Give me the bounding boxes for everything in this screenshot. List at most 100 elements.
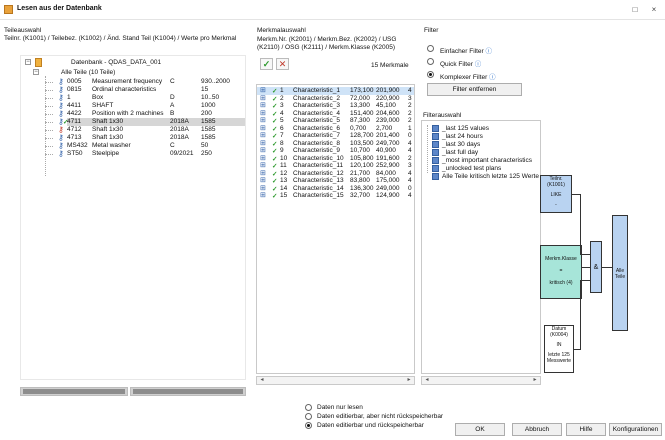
characteristic-lower-limit: 10,700 <box>350 147 370 154</box>
deselect-all-button[interactable]: ✕ <box>276 58 289 70</box>
filter-option-complex-radio[interactable] <box>427 71 434 78</box>
remove-filter-button[interactable]: Filter entfernen <box>427 83 522 96</box>
tree-scrollbar-left[interactable] <box>20 387 128 396</box>
connector-line <box>582 267 590 268</box>
cancel-button[interactable]: Abbruch <box>512 423 562 436</box>
data-editable-save-radio[interactable] <box>305 422 312 429</box>
characteristic-row[interactable]: ⊞ ✓ 10 Characteristic_10 105,800 191,600 2 <box>257 155 414 163</box>
part-row[interactable]: ⚷ 4712 Shaft 1x30 2018A 1585 <box>45 126 245 134</box>
select-all-button[interactable]: ✓ <box>260 58 273 70</box>
filter-item[interactable]: _unlocked test plans <box>432 165 501 173</box>
data-readonly-radio[interactable] <box>305 404 312 411</box>
characteristic-lower-limit: 87,300 <box>350 117 370 124</box>
info-icon[interactable]: ⓘ <box>489 74 496 81</box>
characteristic-name: Characteristic_4 <box>293 109 340 117</box>
part-number: 0815 <box>67 86 82 93</box>
part-row[interactable]: ⚷ ✓ 4711 Shaft 1x30 2018A 1585 <box>45 118 245 126</box>
characteristic-row[interactable]: ⊞ ✓ 2 Characteristic_2 72,000 220,900 3 <box>257 95 414 103</box>
group-node-label[interactable]: Alle Teile (10 Teile) <box>61 69 115 76</box>
maximize-button[interactable]: □ <box>628 3 642 16</box>
characteristic-row[interactable]: ⊞ ✓ 7 Characteristic_7 128,700 201,400 0 <box>257 132 414 140</box>
configurations-button[interactable]: Konfigurationen <box>609 423 662 436</box>
characteristic-number: 3 <box>280 102 284 109</box>
part-values-per-char: 250 <box>201 150 212 157</box>
characteristic-upper-limit: 2,700 <box>376 124 393 132</box>
info-icon[interactable]: ⓘ <box>475 61 482 68</box>
characteristic-row[interactable]: ⊞ ✓ 13 Characteristic_13 83,800 175,000 4 <box>257 177 414 185</box>
characteristic-row[interactable]: ⊞ ✓ 6 Characteristic_6 0,700 2,700 1 <box>257 125 414 133</box>
part-row[interactable]: ⚷ ST50 Steelpipe 09/2021 250 <box>45 150 245 158</box>
scroll-right-arrow[interactable]: ▸ <box>405 377 413 384</box>
data-editable-save-label[interactable]: Daten editierbar und rückspeicherbar <box>317 422 424 429</box>
condition-box-part-number[interactable]: Teilnr. (K1001) LIKE - <box>540 175 572 213</box>
characteristic-name: Characteristic_14 <box>293 184 344 192</box>
database-node-label[interactable]: Datenbank - QDAS_DATA_001 <box>71 59 161 66</box>
data-readonly-label[interactable]: Daten nur lesen <box>317 404 363 411</box>
characteristic-row[interactable]: ⊞ ✓ 14 Characteristic_14 136,300 249,000 0 <box>257 185 414 193</box>
tree-scrollbar-right[interactable] <box>130 387 246 396</box>
filter-item[interactable]: _last 30 days <box>432 141 480 149</box>
characteristic-class: 4 <box>408 139 412 147</box>
connector-line <box>580 194 581 254</box>
characteristic-check-icon[interactable]: ✓ <box>272 192 277 200</box>
condition-box-char-class[interactable]: Merkm.Klasse = kritisch (4) <box>540 245 582 299</box>
part-row[interactable]: ⚷ 0005 Measurement frequency C 930..2000 <box>45 78 245 86</box>
characteristic-row[interactable]: ⊞ ✓ 5 Characteristic_5 87,300 239,000 2 <box>257 117 414 125</box>
filter-option-simple-radio[interactable] <box>427 45 434 52</box>
scroll-left-arrow[interactable]: ◂ <box>258 377 266 384</box>
filter-item[interactable]: _last full day <box>432 149 478 157</box>
part-row[interactable]: ⚷ 4713 Shaft 1x30 2018A 1585 <box>45 134 245 142</box>
filter-option-simple-label[interactable]: Einfacher Filter ⓘ <box>440 45 492 55</box>
characteristic-row[interactable]: ⊞ ✓ 12 Characteristic_12 21,700 84,000 4 <box>257 170 414 178</box>
part-row[interactable]: ⚷ 4411 SHAFT A 1000 <box>45 102 245 110</box>
result-box-all-parts[interactable]: Alle Teile <box>612 215 628 331</box>
parts-tree[interactable]: − Datenbank - QDAS_DATA_001 − Alle Teile… <box>20 55 246 380</box>
filter-item[interactable]: _last 125 values <box>432 125 489 133</box>
connector-line <box>580 280 590 281</box>
filter-option-complex-label[interactable]: Komplexer Filter ⓘ <box>440 71 496 81</box>
scroll-thumb[interactable] <box>23 389 125 394</box>
characteristic-lower-limit: 105,800 <box>350 154 374 162</box>
part-row[interactable]: ⚷ 4422 Position with 2 machines B 200 <box>45 110 245 118</box>
characteristic-row[interactable]: ⊞ ✓ 15 Characteristic_15 32,700 124,900 4 <box>257 192 414 200</box>
characteristic-row[interactable]: ⊞ ✓ 11 Characteristic_11 120,100 252,900 3 <box>257 162 414 170</box>
part-number: 4713 <box>67 134 82 141</box>
part-values-per-char: 1585 <box>201 118 216 125</box>
scroll-left-arrow[interactable]: ◂ <box>423 377 431 384</box>
data-editable-no-save-radio[interactable] <box>305 413 312 420</box>
characteristics-scrollbar[interactable]: ◂ ▸ <box>256 376 415 385</box>
filter-item[interactable]: _most important characteristics <box>432 157 532 165</box>
characteristic-row[interactable]: ⊞ ✓ 4 Characteristic_4 151,400 204,600 2 <box>257 110 414 118</box>
characteristic-row[interactable]: ⊞ ✓ 1 Characteristic_1 173,100 201,900 4 <box>257 87 414 95</box>
characteristics-list[interactable]: ⊞ ✓ 1 Characteristic_1 173,100 201,900 4 ⊞ ✓ 2 Cha… <box>256 84 415 374</box>
characteristic-lower-limit: 83,800 <box>350 177 370 184</box>
part-row[interactable]: ⚷ MS432 Metal washer C 50 <box>45 142 245 150</box>
expand-database-toggle[interactable]: − <box>25 59 31 65</box>
and-operator-box[interactable]: & <box>590 241 602 293</box>
help-button[interactable]: Hilfe <box>566 423 606 436</box>
filter-option-quick-label[interactable]: Quick Filter ⓘ <box>440 58 481 68</box>
characteristic-lower-limit: 128,700 <box>350 132 374 139</box>
part-row[interactable]: ⚷ 1 Box D 10..50 <box>45 94 245 102</box>
filter-item[interactable]: Alle Teile kritisch letzte 125 Werte <box>432 173 539 181</box>
part-key-icon: ⚷ <box>58 149 64 158</box>
expand-group-toggle[interactable]: − <box>33 69 39 75</box>
condition-box-date[interactable]: Datum (K0004) IN letzte 125 Messwerte <box>544 325 574 373</box>
characteristic-row[interactable]: ⊞ ✓ 9 Characteristic_9 10,700 40,900 4 <box>257 147 414 155</box>
info-icon[interactable]: ⓘ <box>486 48 493 55</box>
filter-scrollbar[interactable]: ◂ ▸ <box>421 376 541 385</box>
part-values-per-char: 200 <box>201 110 212 117</box>
characteristic-row[interactable]: ⊞ ✓ 8 Characteristic_8 103,500 249,700 4 <box>257 140 414 148</box>
filter-option-quick-radio[interactable] <box>427 58 434 65</box>
filter-list[interactable]: _last 125 values _last 24 hours _last 30 d… <box>421 120 541 374</box>
ok-button[interactable]: OK <box>455 423 505 436</box>
filter-item[interactable]: _last 24 hours <box>432 133 483 141</box>
characteristic-class: 0 <box>408 184 412 192</box>
data-editable-no-save-label[interactable]: Daten editierbar, aber nicht rückspeiche… <box>317 413 443 420</box>
close-button[interactable]: × <box>647 3 661 16</box>
filter-item-label: _last 125 values <box>442 125 489 133</box>
characteristic-row[interactable]: ⊞ ✓ 3 Characteristic_3 13,300 45,100 2 <box>257 102 414 110</box>
part-row[interactable]: ⚷ 0815 Ordinal characteristics 15 <box>45 86 245 94</box>
scroll-thumb[interactable] <box>133 389 243 394</box>
part-name: Steelpipe <box>92 150 120 157</box>
